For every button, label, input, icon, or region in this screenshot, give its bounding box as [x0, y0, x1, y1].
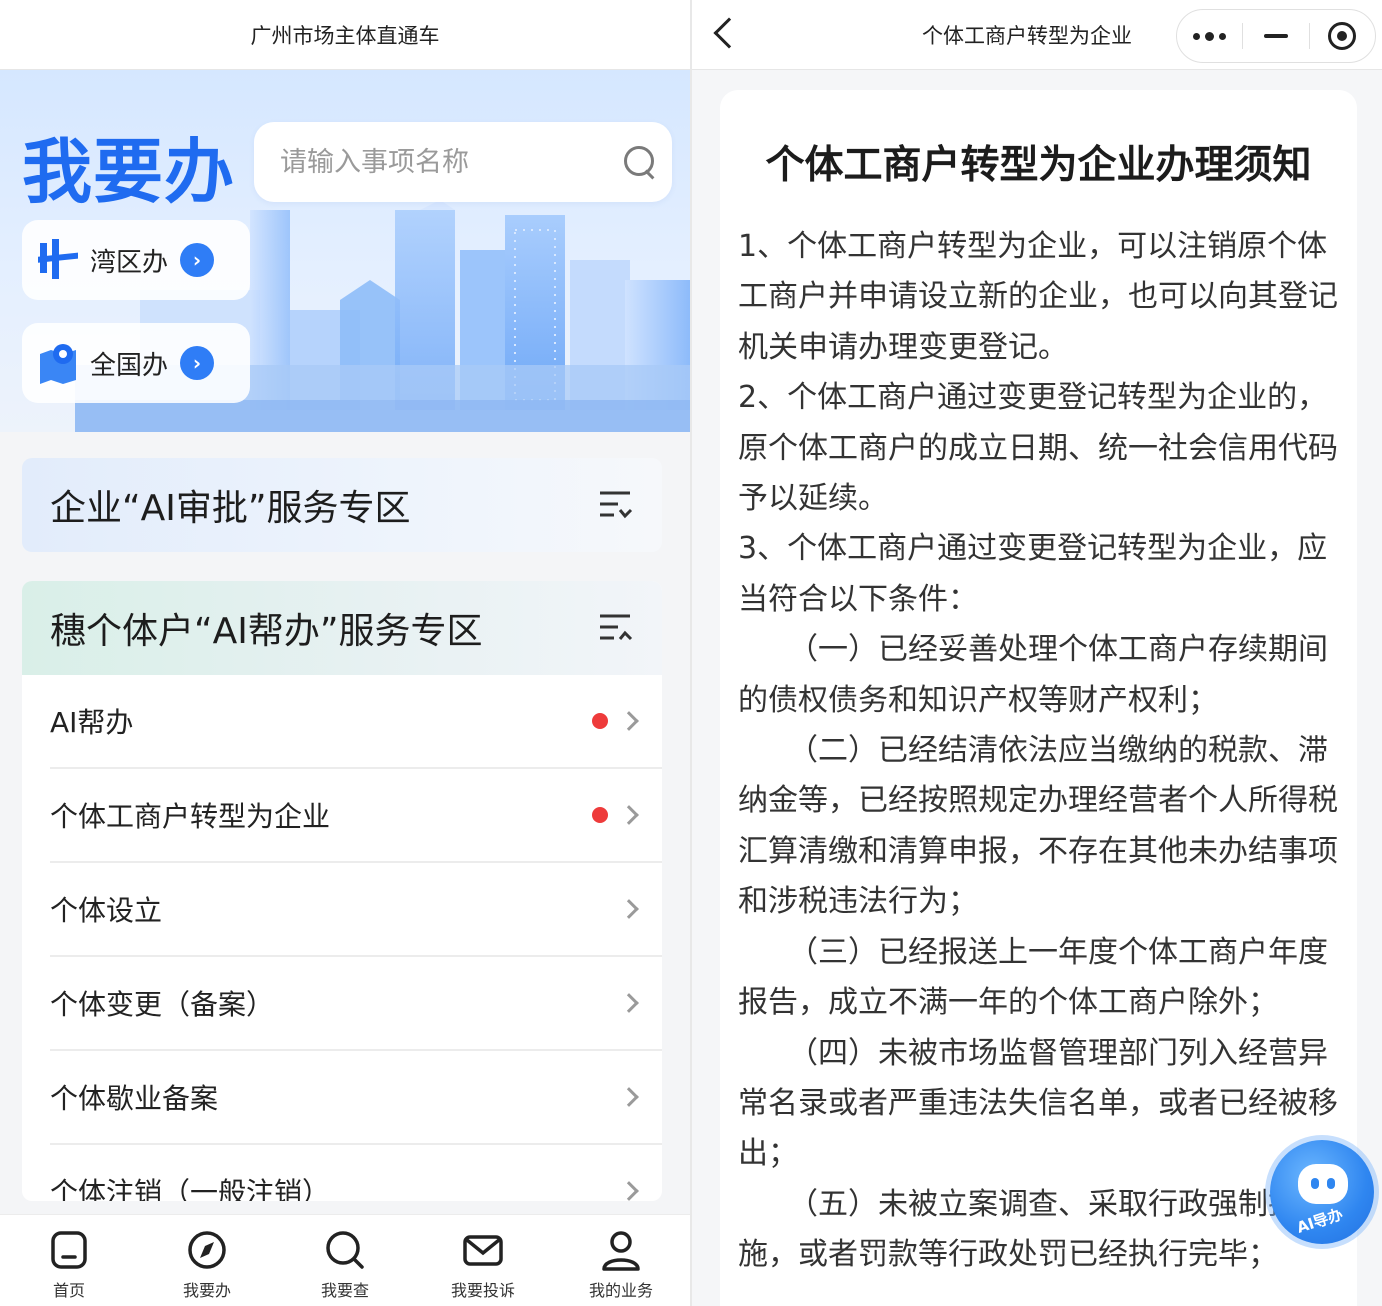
list-item[interactable]: 个体歇业备案: [50, 1051, 662, 1145]
user-icon: [602, 1231, 640, 1271]
service-list: AI帮办 个体工商户转型为企业 个体设立 个体变更（备案） 个体歇业备案 个体注…: [22, 675, 662, 1201]
list-item-label: 个体歇业备案: [50, 1082, 219, 1115]
more-menu-button[interactable]: [1177, 10, 1242, 62]
tab-label: 我要办: [182, 1281, 231, 1300]
minimize-button[interactable]: [1243, 10, 1308, 62]
ai-help-zone-title: 穗个体户“AI帮办”服务专区: [50, 611, 483, 652]
list-item[interactable]: 个体变更（备案）: [50, 957, 662, 1051]
tab-home[interactable]: 首页: [0, 1215, 138, 1306]
list-item[interactable]: 个体注销（一般注销）: [50, 1145, 662, 1201]
search-icon[interactable]: [622, 144, 654, 180]
robot-icon: [1298, 1164, 1348, 1204]
ai-guide-label: AI导办: [1294, 1205, 1345, 1237]
minimize-icon: [1264, 34, 1288, 38]
list-item-label: 个体设立: [50, 894, 163, 927]
left-mini-program: 广州市场主体直通车 我要办 请输入事项名称 湾区办 › 全国办 › 企业“AI审…: [0, 0, 690, 1306]
new-badge: [592, 807, 608, 823]
nationwide-button[interactable]: 全国办 ›: [22, 323, 250, 403]
list-item-label: 个体变更（备案）: [50, 988, 275, 1021]
search-input[interactable]: [280, 146, 622, 178]
list-item[interactable]: AI帮办: [50, 675, 662, 769]
new-badge: [592, 713, 608, 729]
chevron-right-icon: [619, 805, 639, 825]
tab-handle[interactable]: 我要办: [138, 1215, 276, 1306]
notice-paragraph: 3、个体工商户通过变更登记转型为企业，应当符合以下条件：: [738, 531, 1328, 617]
left-window-title: 广州市场主体直通车: [250, 23, 440, 48]
tab-my-business[interactable]: 我的业务: [552, 1215, 690, 1306]
notice-paragraph: 2、个体工商户通过变更登记转型为企业的，原个体工商户的成立日期、统一社会信用代码…: [738, 380, 1338, 517]
tab-label: 我要投诉: [450, 1281, 515, 1300]
bay-area-button[interactable]: 湾区办 ›: [22, 220, 250, 300]
chevron-right-icon: [619, 1181, 639, 1201]
left-title-bar: 广州市场主体直通车: [0, 0, 690, 70]
notice-paragraph: （一）已经妥善处理个体工商户存续期间的债权债务和知识产权等财产权利；: [738, 632, 1328, 718]
notice-paragraph: （二）已经结清依法应当缴纳的税款、滞纳金等，已经按照规定办理经营者个人所得税汇算…: [738, 733, 1338, 920]
tab-label: 我要查: [320, 1281, 369, 1300]
notice-body: 1、个体工商户转型为企业，可以注销原个体工商户并申请设立新的企业，也可以向其登记…: [738, 222, 1339, 1281]
search-bar[interactable]: [254, 122, 672, 202]
hero-banner: 我要办 湾区办 › 全国办 ›: [0, 70, 690, 432]
tab-label: 首页: [52, 1281, 85, 1300]
ai-approval-zone[interactable]: 企业“AI审批”服务专区: [22, 458, 662, 552]
search-icon: [326, 1231, 364, 1269]
bay-area-label: 湾区办: [90, 247, 169, 278]
list-item-label: 个体工商户转型为企业: [50, 800, 331, 833]
chevron-right-icon: ›: [180, 243, 215, 277]
list-item[interactable]: 个体设立: [50, 863, 662, 957]
hero-title: 我要办: [22, 131, 235, 213]
mail-icon: [463, 1235, 503, 1266]
home-icon: [51, 1231, 87, 1269]
chevron-right-icon: ›: [180, 346, 215, 380]
chevron-right-icon: [619, 899, 639, 919]
tab-query[interactable]: 我要查: [276, 1215, 414, 1306]
notice-paragraph: （五）未被立案调查、采取行政强制措施，或者罚款等行政处罚已经执行完毕；: [738, 1186, 1298, 1273]
right-window-title: 个体工商户转型为企业: [922, 24, 1132, 48]
back-arrow-icon[interactable]: [713, 17, 745, 49]
bay-area-icon: [38, 239, 78, 279]
close-target-icon: [1328, 22, 1357, 50]
notice-paragraph: 1、个体工商户转型为企业，可以注销原个体工商户并申请设立新的企业，也可以向其登记…: [738, 229, 1338, 365]
notice-paragraph: （四）未被市场监督管理部门列入经营异常名录或者严重违法失信名单，或者已经被移出；: [738, 1035, 1338, 1172]
list-item-label: 个体注销（一般注销）: [50, 1176, 331, 1201]
list-item-label: AI帮办: [50, 706, 134, 739]
more-dots-icon: [1193, 31, 1227, 41]
ai-guide-button[interactable]: AI导办: [1270, 1140, 1374, 1244]
expand-list-icon[interactable]: [598, 488, 634, 522]
compass-icon: [188, 1231, 226, 1269]
notice-title: 个体工商户转型为企业办理须知: [765, 143, 1312, 188]
map-pin-icon: [40, 344, 76, 384]
ai-approval-zone-title: 企业“AI审批”服务专区: [50, 488, 411, 529]
ai-help-zone-header[interactable]: 穗个体户“AI帮办”服务专区: [22, 581, 662, 675]
right-mini-program: 个体工商户转型为企业 个体工商户转型为企业办理须知 1、个体工商户转型为企业，可…: [692, 0, 1382, 1306]
bottom-tab-bar: 首页 我要办 我要查 我要投诉 我的业务: [0, 1214, 690, 1306]
chevron-right-icon: [619, 711, 639, 731]
ai-help-zone: 穗个体户“AI帮办”服务专区 AI帮办 个体工商户转型为企业 个体设立 个体变更…: [22, 581, 662, 1201]
list-item[interactable]: 个体工商户转型为企业: [50, 769, 662, 863]
nationwide-label: 全国办: [90, 350, 169, 381]
chevron-right-icon: [619, 1087, 639, 1107]
notice-card: 个体工商户转型为企业办理须知 1、个体工商户转型为企业，可以注销原个体工商户并申…: [720, 90, 1357, 1306]
collapse-list-icon[interactable]: [598, 611, 634, 645]
right-title-bar: 个体工商户转型为企业: [692, 0, 1382, 70]
tab-label: 我的业务: [588, 1281, 653, 1300]
close-button[interactable]: [1310, 10, 1375, 62]
notice-paragraph: （三）已经报送上一年度个体工商户年度报告，成立不满一年的个体工商户除外；: [738, 934, 1328, 1021]
chevron-right-icon: [619, 993, 639, 1013]
mini-program-capsule: [1176, 9, 1376, 63]
tab-complaint[interactable]: 我要投诉: [414, 1215, 552, 1306]
